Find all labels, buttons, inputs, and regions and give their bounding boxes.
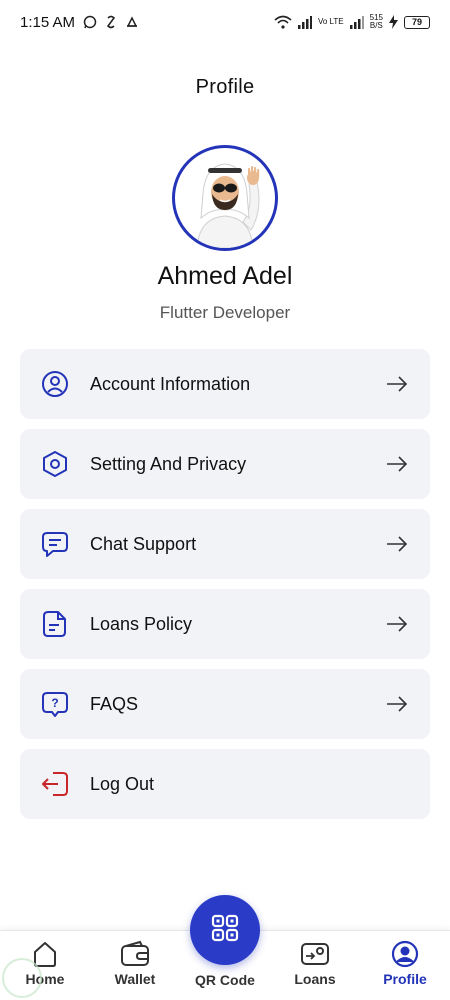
wifi-icon bbox=[274, 15, 292, 29]
nav-profile[interactable]: Profile bbox=[370, 939, 440, 987]
question-bubble-icon: ? bbox=[40, 689, 70, 719]
menu-item-loans-policy[interactable]: Loans Policy bbox=[20, 589, 430, 659]
battery-icon: 79 bbox=[404, 15, 430, 29]
watermark-logo bbox=[2, 958, 42, 998]
menu-item-chat-support[interactable]: Chat Support bbox=[20, 509, 430, 579]
menu-label: Setting And Privacy bbox=[90, 453, 247, 474]
net-speed: 515 B/S bbox=[370, 14, 383, 30]
menu-item-setting-and-privacy[interactable]: Setting And Privacy bbox=[20, 429, 430, 499]
nav-loans-label: Loans bbox=[294, 971, 336, 987]
page-title: Profile bbox=[195, 76, 255, 98]
loans-icon bbox=[300, 939, 330, 969]
arrow-right-icon bbox=[386, 693, 408, 715]
whatsapp-icon bbox=[83, 15, 97, 29]
menu-label: Chat Support bbox=[90, 533, 197, 554]
signal-2-icon bbox=[349, 15, 364, 29]
net-speed-unit: B/S bbox=[369, 21, 383, 30]
menu-item-account-information[interactable]: Account Information bbox=[20, 349, 430, 419]
menu-item-log-out[interactable]: Log Out bbox=[20, 749, 430, 819]
status-left: 1:15 AM bbox=[20, 14, 139, 31]
menu-label: Account Information bbox=[90, 373, 251, 394]
arrow-right-icon bbox=[386, 453, 408, 475]
charging-icon bbox=[389, 15, 398, 29]
menu-label: FAQS bbox=[90, 693, 139, 714]
arrow-right-icon bbox=[386, 373, 408, 395]
clock: 1:15 AM bbox=[20, 13, 76, 31]
menu-label: Log Out bbox=[90, 773, 155, 794]
chat-bubble-icon bbox=[40, 529, 70, 559]
menu-item-faqs[interactable]: ? FAQS bbox=[20, 669, 430, 739]
hexagon-settings-icon bbox=[40, 449, 70, 479]
profile-menu: Account Information Setting And Privacy … bbox=[20, 349, 430, 819]
nav-wallet[interactable]: Wallet bbox=[100, 939, 170, 987]
svg-text:?: ? bbox=[51, 696, 58, 710]
arrow-right-icon bbox=[386, 613, 408, 635]
nav-wallet-label: Wallet bbox=[114, 971, 156, 987]
qr-code-button[interactable] bbox=[190, 895, 260, 965]
signal-icon bbox=[297, 15, 312, 29]
alarm-icon bbox=[125, 15, 139, 29]
network-type: Vo LTE bbox=[317, 17, 344, 26]
avatar[interactable] bbox=[172, 145, 278, 251]
qr-code-icon bbox=[210, 913, 240, 948]
logout-icon bbox=[40, 769, 70, 799]
nav-qr-label[interactable]: QR Code bbox=[175, 972, 275, 988]
profile-role: Flutter Developer bbox=[159, 303, 291, 322]
status-right: Vo LTE 515 B/S 79 bbox=[274, 14, 430, 30]
app-notification-icon bbox=[105, 15, 117, 29]
nav-loans[interactable]: Loans bbox=[280, 939, 350, 987]
status-bar: 1:15 AM Vo LTE 515 B/S 79 bbox=[0, 0, 450, 44]
document-icon bbox=[40, 609, 70, 639]
avatar-illustration bbox=[196, 163, 260, 248]
menu-label: Loans Policy bbox=[90, 613, 193, 634]
user-circle-icon bbox=[391, 939, 419, 969]
arrow-right-icon bbox=[386, 533, 408, 555]
user-circle-icon bbox=[40, 369, 70, 399]
profile-name: Ahmed Adel bbox=[157, 262, 293, 290]
nav-profile-label: Profile bbox=[383, 971, 427, 987]
wallet-icon bbox=[120, 939, 150, 969]
